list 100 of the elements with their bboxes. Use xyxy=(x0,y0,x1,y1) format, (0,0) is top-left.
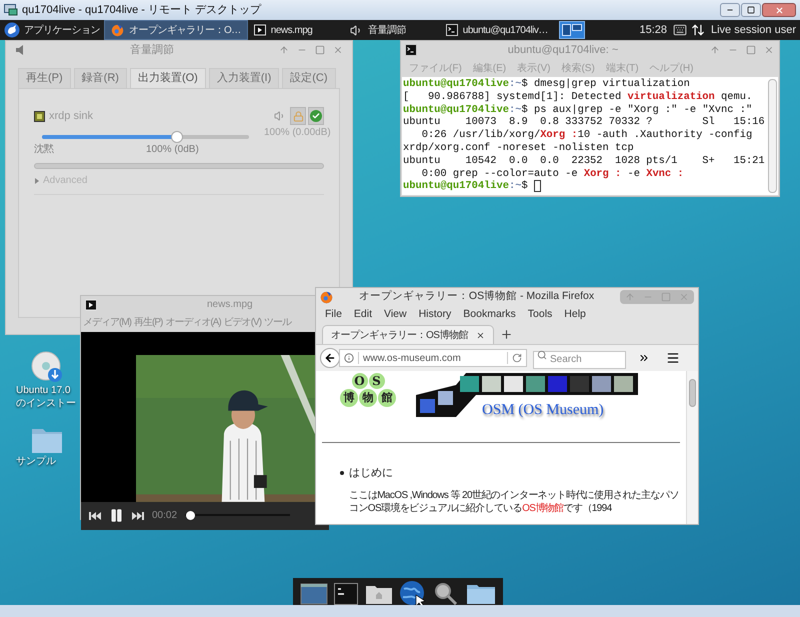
expander-arrow-icon xyxy=(34,178,40,184)
user-name[interactable]: Live session user xyxy=(711,22,796,38)
terminal-text: [ 90.986788] systemd[1]: Detected xyxy=(403,90,622,104)
slider-mark-label: 100% (0dB) xyxy=(146,143,199,157)
maximize-icon xyxy=(747,6,755,14)
desktop-icon[interactable] xyxy=(300,582,328,605)
close-icon xyxy=(774,6,784,14)
search-icon xyxy=(537,350,547,360)
keep-above-icon xyxy=(279,45,289,55)
device-name: xrdp sink xyxy=(49,108,94,124)
banner-title: OSM (OS Museum) xyxy=(482,401,605,420)
speaker-icon xyxy=(350,24,363,36)
tab[interactable]: 入力装置(I) xyxy=(208,68,280,88)
menu-item[interactable]: Edit xyxy=(354,306,372,322)
terminal-text: ubuntu@qu1704live xyxy=(403,180,510,194)
network-icon[interactable] xyxy=(691,23,705,37)
terminal-text: $ ps aux|grep -e "Xorg :" -e "Xvnc :" xyxy=(522,104,752,116)
media-player-icon xyxy=(254,24,266,36)
seek-bar[interactable] xyxy=(185,511,290,520)
reload-icon[interactable] xyxy=(512,353,522,363)
new-tab-icon[interactable] xyxy=(500,328,513,341)
speaker-icon xyxy=(14,44,26,56)
close-icon xyxy=(333,45,343,55)
globe-icon[interactable] xyxy=(399,580,428,605)
magnifier-icon[interactable] xyxy=(433,581,460,605)
maximize-icon xyxy=(661,292,671,302)
menu-icon[interactable] xyxy=(666,351,680,365)
firefox-icon xyxy=(111,24,124,36)
site-link[interactable]: OS博物館 xyxy=(522,503,564,514)
back-button[interactable] xyxy=(320,348,340,368)
desktop-icon-label: サンプル xyxy=(16,455,56,468)
terminal-text: ubuntu 10542 0.0 0.0 22352 1028 pts/1 S+ 15:21 xyxy=(403,154,765,168)
next-icon[interactable] xyxy=(132,512,144,520)
tab[interactable]: 設定(C) xyxy=(282,68,336,88)
terminal-text: :~ xyxy=(509,78,522,91)
url-field[interactable]: www.os-museum.com xyxy=(339,349,527,367)
clock: 15:28 xyxy=(639,22,667,38)
bullet-icon xyxy=(340,470,344,475)
menu-item[interactable]: Tools xyxy=(528,306,552,322)
window-title: news.mpg xyxy=(207,298,253,312)
logo-letter: S xyxy=(368,373,384,389)
scrollbar[interactable] xyxy=(768,79,777,193)
terminal-text: 0:26 /usr/lib/xorg/ xyxy=(420,129,540,142)
lock-icon xyxy=(292,110,304,122)
menu-item[interactable]: File xyxy=(325,306,342,322)
mouse-logo-icon xyxy=(4,22,20,38)
menu-item[interactable]: Bookmarks xyxy=(463,306,516,322)
tab[interactable]: 録音(R) xyxy=(74,68,127,88)
terminal-icon[interactable] xyxy=(334,583,358,605)
taskbar-button[interactable]: ubuntu@qu1704liv… xyxy=(440,20,554,40)
default-device-button[interactable] xyxy=(308,107,324,125)
keyboard-icon[interactable] xyxy=(673,23,687,37)
maximize-button[interactable] xyxy=(741,3,761,17)
install-disc-icon[interactable] xyxy=(30,350,64,384)
workspace-switcher[interactable] xyxy=(558,21,585,39)
volume-reading: 100% (0.00dB) xyxy=(264,126,331,140)
seek-thumb[interactable] xyxy=(186,511,195,520)
close-tab-icon[interactable] xyxy=(476,330,485,340)
scrollbar-thumb[interactable] xyxy=(689,379,696,407)
taskbar-button[interactable]: news.mpg xyxy=(248,20,344,40)
previous-icon[interactable] xyxy=(89,512,101,520)
terminal-text: 0:00 grep --color=auto -e xyxy=(420,168,579,180)
desktop-icon-label: Ubuntu 17.0 xyxy=(16,384,70,397)
url-text: www.os-museum.com xyxy=(363,352,461,366)
slider-thumb[interactable] xyxy=(170,131,183,143)
terminal-text: qemu. xyxy=(720,90,752,104)
browser-tab[interactable]: オープンギャラリー：OS博物館 xyxy=(322,325,494,344)
taskbar-button[interactable]: オープンギャラリー：O… xyxy=(104,20,248,40)
home-folder-icon[interactable] xyxy=(364,583,393,605)
terminal-text: :~ xyxy=(509,180,522,194)
folder-icon[interactable] xyxy=(466,583,496,605)
tab[interactable]: 再生(P) xyxy=(18,68,71,88)
close-icon xyxy=(764,45,774,55)
applications-menu[interactable]: アプリケーション xyxy=(0,20,104,40)
close-button[interactable] xyxy=(762,3,796,17)
window-title: 音量調節 xyxy=(129,42,175,58)
keep-above-icon xyxy=(625,292,635,302)
maximize-icon xyxy=(746,45,756,55)
slider-min-label: 沈黙 xyxy=(34,142,54,157)
tab[interactable]: 出力装置(O) xyxy=(130,68,206,88)
search-field[interactable]: Search xyxy=(533,350,626,368)
desktop-icon-label: のインストー xyxy=(16,397,76,410)
terminal-text: Xvnc : xyxy=(646,168,684,180)
terminal-icon xyxy=(446,24,458,36)
terminal-text: $ xyxy=(522,180,529,194)
media-player-icon xyxy=(85,298,97,310)
menu-item[interactable]: History xyxy=(418,306,452,322)
elapsed-time: 00:02 xyxy=(152,509,178,524)
taskbar-button[interactable]: 音量調節 xyxy=(344,20,440,40)
terminal-text: -e xyxy=(626,168,641,180)
logo-letter: 物 xyxy=(359,389,377,407)
pause-icon[interactable] xyxy=(109,508,124,524)
terminal-text: ubuntu@qu1704live xyxy=(403,78,510,91)
info-icon[interactable] xyxy=(344,353,354,363)
overflow-icon[interactable] xyxy=(638,352,650,364)
menu-item[interactable]: Help xyxy=(564,306,586,322)
logo-letter: O xyxy=(352,373,368,389)
terminal-text: 10 -auth .Xauthority -config xyxy=(578,129,752,142)
menu-item[interactable]: View xyxy=(384,306,407,322)
close-icon xyxy=(679,292,689,302)
